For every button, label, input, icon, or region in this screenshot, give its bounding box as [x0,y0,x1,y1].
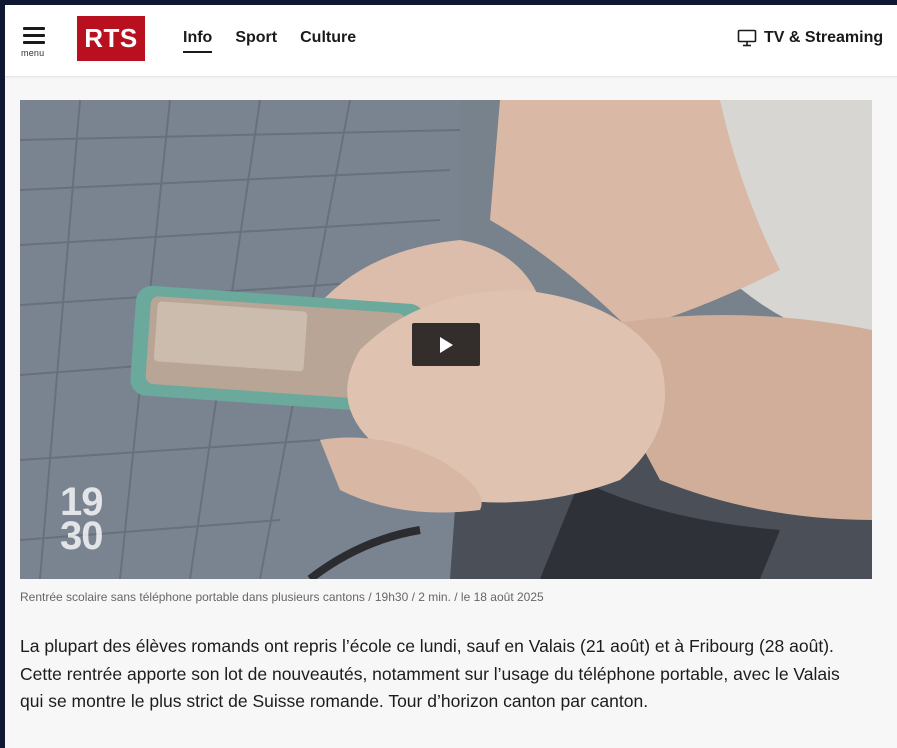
badge-bottom-number: 30 [60,514,103,558]
main-nav: Info Sport Culture [183,29,379,53]
site-header: menu RTS Info Sport Culture TV & Streami… [5,5,897,77]
play-button[interactable] [412,323,480,366]
nav-item-culture[interactable]: Culture [300,29,356,53]
tv-icon [737,29,757,47]
browser-viewport: menu RTS Info Sport Culture TV & Streami… [5,5,897,748]
program-badge-19h30: 19 30 [60,482,103,558]
menu-icon-bar [23,41,45,44]
menu-label: menu [21,48,45,58]
menu-button[interactable]: menu [21,25,51,59]
play-icon [440,336,453,353]
video-caption: Rentrée scolaire sans téléphone portable… [20,590,544,604]
menu-icon [23,27,45,30]
video-player[interactable]: 19 30 [20,100,872,579]
rts-logo[interactable]: RTS [77,16,145,61]
tv-streaming-link[interactable]: TV & Streaming [737,29,883,47]
nav-item-info[interactable]: Info [183,29,213,53]
article-lead: La plupart des élèves romands ont repris… [20,636,840,711]
nav-item-sport[interactable]: Sport [235,29,277,53]
tv-streaming-label: TV & Streaming [764,29,884,46]
menu-icon-bar [23,34,45,37]
